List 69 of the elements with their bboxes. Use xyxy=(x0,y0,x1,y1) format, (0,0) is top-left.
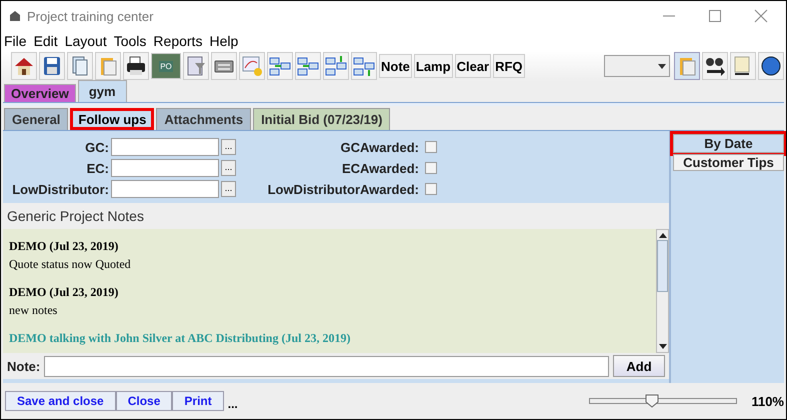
checkbox[interactable] xyxy=(425,141,437,153)
add-button[interactable]: Add xyxy=(613,355,665,377)
chart-coin-icon[interactable] xyxy=(241,55,263,77)
slider-thumb[interactable] xyxy=(644,394,659,408)
field-label: EC: xyxy=(86,160,109,176)
close-icon[interactable] xyxy=(754,9,768,23)
checkbox-label: ECAwarded: xyxy=(340,160,419,176)
side-button[interactable]: Customer Tips xyxy=(673,154,784,171)
tab[interactable]: Attachments xyxy=(156,108,252,130)
browse-button[interactable]: ... xyxy=(221,139,236,155)
checkbox[interactable] xyxy=(425,162,437,174)
checkbox-label: LowDistributorAwarded: xyxy=(266,182,419,196)
zoom-slider[interactable] xyxy=(589,394,738,408)
scroll-thumb[interactable] xyxy=(657,240,668,292)
scroll-up-icon[interactable] xyxy=(658,233,666,238)
tab[interactable]: gym xyxy=(78,80,127,102)
scrollbar[interactable] xyxy=(656,229,669,353)
note-header: DEMO (Jul 23, 2019) xyxy=(9,239,120,254)
house-icon[interactable] xyxy=(13,55,35,77)
menu-item[interactable]: Reports xyxy=(153,33,202,49)
tab[interactable]: Overview xyxy=(4,84,76,102)
window-title: Project training center xyxy=(27,8,154,24)
flowchart-icon[interactable] xyxy=(325,55,347,77)
side-button[interactable]: By Date xyxy=(673,134,784,153)
browse-button[interactable]: ... xyxy=(221,181,236,197)
binoculars-icon[interactable] xyxy=(704,55,726,77)
scroll-down-icon[interactable] xyxy=(658,344,666,349)
checkbox[interactable] xyxy=(425,183,437,195)
dropdown-arrow-icon xyxy=(658,64,666,68)
flowchart-icon[interactable] xyxy=(269,55,291,77)
flowchart-icon[interactable] xyxy=(297,55,319,77)
bottom-button[interactable]: Close xyxy=(116,391,172,411)
tab[interactable]: General xyxy=(4,108,68,130)
menu-item[interactable]: Edit xyxy=(34,33,58,49)
dropdown[interactable] xyxy=(604,55,670,77)
section-title: Generic Project Notes xyxy=(3,203,669,229)
note-header: DEMO (Jul 23, 2019) xyxy=(9,285,120,300)
note-text: Quote status now Quoted xyxy=(9,257,132,272)
zoom-percent: 110% xyxy=(751,394,784,408)
note-field[interactable] xyxy=(44,356,609,376)
po-button[interactable]: PO xyxy=(151,53,181,79)
flowchart-icon[interactable] xyxy=(353,55,375,77)
checkbox-label: GCAwarded: xyxy=(340,140,419,154)
note-header: DEMO talking with John Silver at ABC Distributing (Jul 23, 2019) xyxy=(9,331,352,346)
toolbar-button[interactable]: RFQ xyxy=(493,54,525,78)
field-label: Note: xyxy=(7,358,40,374)
menu-item[interactable]: Tools xyxy=(114,33,146,49)
text-field[interactable] xyxy=(111,138,219,156)
menu-item[interactable]: File xyxy=(4,33,27,49)
bottom-button[interactable]: Save and close xyxy=(5,391,116,411)
field-label: LowDistributor: xyxy=(11,182,109,196)
toolbar-button[interactable]: Lamp xyxy=(414,54,453,78)
toolbar-button[interactable]: Clear xyxy=(454,54,492,78)
note-text: new notes xyxy=(9,303,58,318)
tab[interactable]: Follow ups xyxy=(70,108,154,130)
bottom-button[interactable]: Print xyxy=(172,391,224,411)
printer-icon[interactable] xyxy=(125,55,147,77)
maximize-icon[interactable] xyxy=(708,9,722,23)
field-label: GC: xyxy=(84,140,109,154)
toolbar-button[interactable]: Note xyxy=(379,54,412,78)
menu-item[interactable]: Layout xyxy=(64,33,107,49)
app-icon xyxy=(9,10,21,22)
browse-button[interactable]: ... xyxy=(221,160,236,176)
ellipsis-text: ... xyxy=(228,397,238,411)
text-field[interactable] xyxy=(111,180,219,198)
document-filter-icon[interactable] xyxy=(185,55,207,77)
text-field[interactable] xyxy=(111,159,219,177)
menu-item[interactable]: Help xyxy=(209,33,238,49)
tab[interactable]: Initial Bid (07/23/19) xyxy=(253,108,390,130)
